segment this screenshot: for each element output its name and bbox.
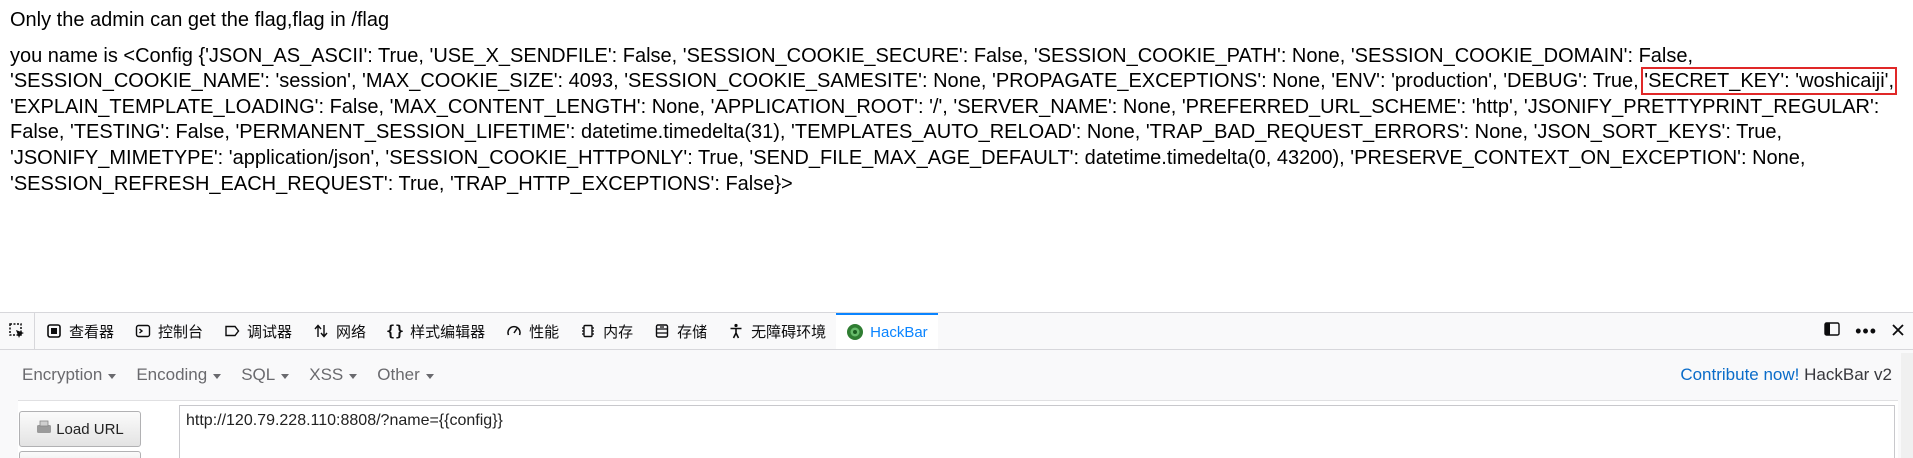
tab-hackbar[interactable]: HackBar — [836, 313, 938, 349]
chevron-down-icon — [425, 373, 434, 379]
performance-icon — [505, 322, 523, 340]
menu-label: SQL — [241, 365, 276, 384]
url-input[interactable]: http://120.79.228.110:8808/?name={{confi… — [179, 405, 1895, 458]
devtools-toolbar: 查看器 控制台 调试器 网络 {} 样式编辑器 性能 内存 存储 无障碍环境 H… — [0, 313, 1913, 350]
hackbar-menubar: Encryption Encoding SQL XSS Other Contri… — [18, 350, 1898, 400]
menu-xss[interactable]: XSS — [299, 365, 367, 385]
chevron-down-icon — [108, 373, 117, 379]
menu-label: XSS — [309, 365, 344, 384]
devtools-panel: 查看器 控制台 调试器 网络 {} 样式编辑器 性能 内存 存储 无障碍环境 H… — [0, 312, 1913, 458]
devtools-window-controls: ••• — [1823, 320, 1913, 343]
console-icon — [134, 322, 152, 340]
hackbar-icon — [846, 323, 864, 341]
tab-label: 性能 — [529, 323, 560, 341]
tab-label: 网络 — [336, 323, 367, 341]
menu-label: Encoding — [136, 365, 208, 384]
hackbar-body: Load URL http://120.79.228.110:8808/?nam… — [18, 400, 1898, 458]
load-url-label: Load URL — [56, 420, 124, 438]
debugger-icon — [223, 322, 241, 340]
config-text-after: 'EXPLAIN_TEMPLATE_LOADING': False, 'MAX_… — [10, 95, 1880, 195]
memory-icon — [579, 322, 597, 340]
tab-style-editor[interactable]: {} 样式编辑器 — [376, 313, 495, 349]
tab-label: 内存 — [603, 323, 634, 341]
tab-console[interactable]: 控制台 — [124, 313, 213, 349]
more-options-icon[interactable]: ••• — [1855, 321, 1877, 342]
menu-encoding[interactable]: Encoding — [126, 365, 231, 385]
accessibility-icon — [727, 322, 745, 340]
tab-storage[interactable]: 存储 — [643, 313, 717, 349]
tab-label: 样式编辑器 — [410, 323, 486, 341]
menu-encryption[interactable]: Encryption — [18, 365, 126, 385]
tab-memory[interactable]: 内存 — [569, 313, 643, 349]
load-url-button[interactable]: Load URL — [19, 411, 141, 447]
tab-network[interactable]: 网络 — [302, 313, 376, 349]
tab-label: 无障碍环境 — [751, 323, 827, 341]
network-icon — [312, 322, 330, 340]
hackbar-branding: Contribute now! HackBar v2 — [1680, 365, 1898, 385]
config-text-before: you name is <Config {'JSON_AS_ASCII': Tr… — [10, 44, 1694, 93]
menu-sql[interactable]: SQL — [231, 365, 299, 385]
close-icon[interactable] — [1891, 321, 1905, 342]
scrollbar[interactable] — [1901, 353, 1913, 458]
tab-label: 控制台 — [158, 323, 204, 341]
config-output: you name is <Config {'JSON_AS_ASCII': Tr… — [10, 44, 1905, 198]
element-picker-button[interactable] — [0, 313, 35, 349]
tab-label: HackBar — [870, 323, 928, 341]
page: Only the admin can get the flag,flag in … — [0, 0, 1913, 458]
chevron-down-icon — [213, 373, 222, 379]
style-editor-icon: {} — [386, 322, 405, 340]
element-picker-icon — [9, 323, 24, 338]
tab-accessibility[interactable]: 无障碍环境 — [717, 313, 836, 349]
tab-inspector[interactable]: 查看器 — [35, 313, 124, 349]
hackbar-brand: HackBar v2 — [1804, 365, 1892, 384]
secret-key-highlight: 'SECRET_KEY': 'woshicaiji', — [1641, 67, 1898, 96]
split-url-button[interactable] — [19, 451, 141, 458]
inspector-icon — [45, 322, 63, 340]
menu-other[interactable]: Other — [367, 365, 444, 385]
storage-icon — [653, 322, 671, 340]
tab-debugger[interactable]: 调试器 — [213, 313, 302, 349]
page-content: Only the admin can get the flag,flag in … — [10, 8, 1905, 197]
chevron-down-icon — [349, 373, 358, 379]
load-url-icon — [36, 420, 52, 438]
tab-label: 查看器 — [69, 323, 115, 341]
tab-label: 存储 — [677, 323, 708, 341]
menu-label: Other — [377, 365, 420, 384]
chevron-down-icon — [281, 373, 290, 379]
tab-label: 调试器 — [247, 323, 293, 341]
menu-label: Encryption — [22, 365, 103, 384]
page-heading: Only the admin can get the flag,flag in … — [10, 9, 390, 31]
dock-icon[interactable] — [1823, 320, 1841, 343]
tab-performance[interactable]: 性能 — [495, 313, 569, 349]
contribute-link[interactable]: Contribute now! — [1680, 365, 1799, 384]
